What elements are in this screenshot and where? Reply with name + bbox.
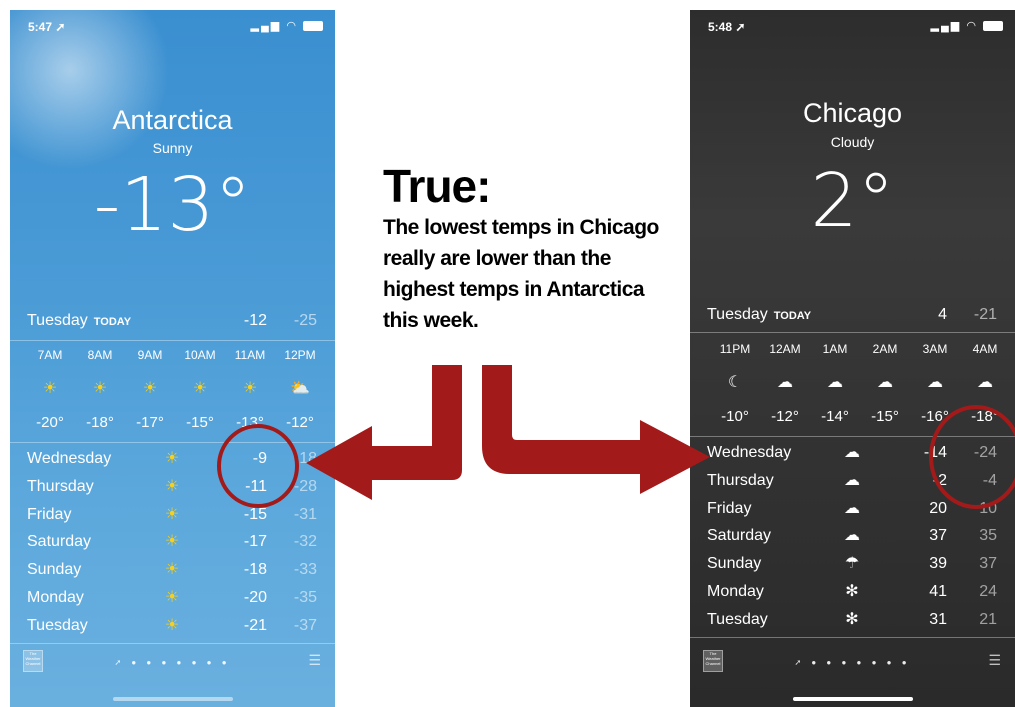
annotation-overlay [217,365,1015,509]
left-arrow [306,365,462,500]
right-arrow [482,365,710,494]
right-highlight-circle [929,405,1015,509]
left-highlight-circle [217,424,299,508]
